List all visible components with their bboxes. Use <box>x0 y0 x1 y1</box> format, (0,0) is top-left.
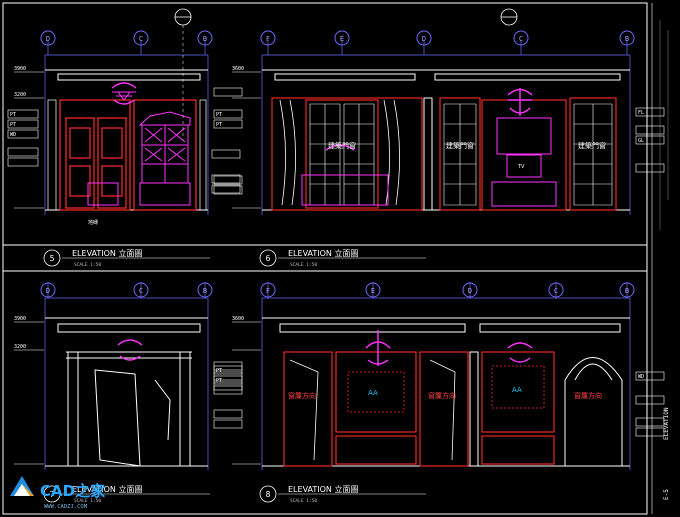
tag-label: FL <box>638 110 644 116</box>
elevation-scale: SCALE 1:50 <box>290 498 317 504</box>
tag-label: GL <box>638 138 644 144</box>
sheet-title-strip: ELEVATION E-5 <box>651 3 670 514</box>
tag-label: WD <box>638 374 644 380</box>
elevation-title: ELEVATION 立面圖 <box>288 248 358 258</box>
tag-label: PT <box>10 112 16 118</box>
elevation-scale: SCALE 1:50 <box>290 262 317 268</box>
grid-bubble-label: B <box>625 287 629 295</box>
cad-watermark: CAD之家 WWW.CADZJ.COM <box>10 476 105 510</box>
grid-bubble-label: D <box>46 35 50 43</box>
tag-label: PT <box>216 122 222 128</box>
tag-label: WD <box>10 132 16 138</box>
grid-bubble-label: B <box>203 35 207 43</box>
elevation-title: ELEVATION 立面圖 <box>288 484 358 494</box>
grid-bubble-label: C <box>139 35 143 43</box>
grid-bubble-label: F <box>266 287 270 295</box>
grid-bubble-label: E <box>371 287 375 295</box>
elevation-5-drawing <box>7 40 241 215</box>
aa-label: AA <box>368 389 378 397</box>
level-label: 3900 <box>14 316 26 322</box>
level-label: 3900 <box>14 66 26 72</box>
title-block-6: 6 ELEVATION 立面圖 SCALE 1:50 <box>259 248 426 268</box>
grid-bubble-label: E <box>340 35 344 43</box>
level-label: 3200 <box>14 92 26 98</box>
elevation-6-drawing <box>174 8 665 215</box>
elevation-number: 5 <box>50 254 55 263</box>
elevation-number: 8 <box>266 490 271 499</box>
level-label: 3200 <box>14 344 26 350</box>
grid-bubble-label: D <box>422 35 426 43</box>
grid-bubble-label: D <box>46 287 50 295</box>
watermark-brand: CAD之家 <box>40 482 105 500</box>
elevation-8-drawing <box>213 282 665 470</box>
tv-label: TV <box>517 164 525 170</box>
curtain-label: 窗簾方向 <box>428 391 456 400</box>
grid-bubble-label: B <box>625 35 629 43</box>
elevation-title: ELEVATION 立面圖 <box>72 248 142 258</box>
elevation-7-drawing <box>14 282 243 470</box>
grid-bubble-label: C <box>519 35 523 43</box>
grid-bubble-label: B <box>203 287 207 295</box>
tag-label: PT <box>216 112 222 118</box>
cabinet-label: 建築門窗 <box>446 141 474 150</box>
elevation-scale: SCALE 1:50 <box>74 262 101 268</box>
elevation-drawing-sheet: D C B F E D C B D C B F E D C B 3900 320… <box>2 2 670 515</box>
cabinet-label: 建築門窗 <box>328 141 356 150</box>
sheet-number: E-5 <box>663 489 670 500</box>
sheet-label: ELEVATION <box>663 407 670 440</box>
grid-bubble-label: D <box>468 287 472 295</box>
aa-label: AA <box>512 386 522 394</box>
tag-label: PT <box>216 378 222 384</box>
tag-label: PT <box>10 122 16 128</box>
grid-bubble-label: C <box>554 287 558 295</box>
grid-bubble-label: C <box>139 287 143 295</box>
tag-labels: PT PT WD PT PT FL GL PT PT WD <box>10 110 644 384</box>
curtain-label: 窗簾方向 <box>288 391 316 400</box>
floor-note: 地磚 <box>88 219 98 226</box>
cabinet-label: 建築門窗 <box>578 141 606 150</box>
title-block-8: 8 ELEVATION 立面圖 SCALE 1:50 <box>259 484 426 504</box>
level-labels: 3900 3200 3600 3900 3200 3600 <box>14 66 244 350</box>
level-label: 3600 <box>232 316 244 322</box>
grid-bubble-label: F <box>266 35 270 43</box>
level-label: 3600 <box>232 66 244 72</box>
title-block-5: 5 ELEVATION 立面圖 SCALE 1:50 <box>43 248 210 268</box>
curtain-label: 窗簾方向 <box>574 391 602 400</box>
tag-label: PT <box>216 368 222 374</box>
watermark-site: WWW.CADZJ.COM <box>44 504 88 510</box>
elevation-number: 6 <box>266 254 271 263</box>
